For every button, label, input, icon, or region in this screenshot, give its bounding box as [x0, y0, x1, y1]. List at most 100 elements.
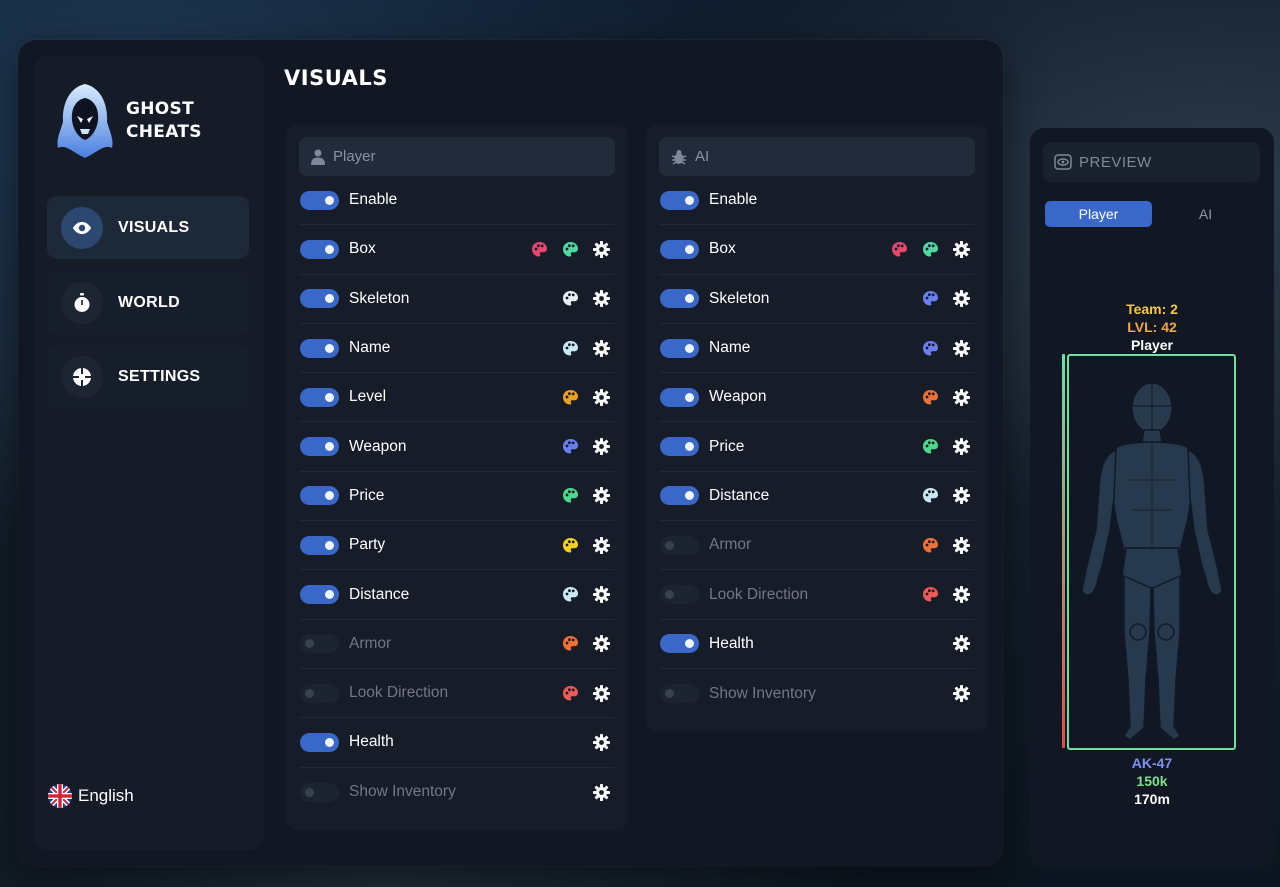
preview-panel: PREVIEW Player AI Team: 2 LVL: 42 Player…: [1030, 128, 1274, 868]
color-palette-icon[interactable]: [562, 290, 579, 307]
preview-tab-ai[interactable]: AI: [1152, 201, 1259, 227]
color-palette-icon[interactable]: [922, 241, 939, 258]
gear-icon[interactable]: [593, 290, 610, 308]
preview-tab-player[interactable]: Player: [1045, 201, 1152, 227]
color-palette-icon[interactable]: [562, 537, 579, 554]
box-toggle[interactable]: [300, 239, 339, 259]
color-palette-icon[interactable]: [562, 685, 579, 702]
option-row-party: Party: [299, 521, 615, 571]
color-palette-icon[interactable]: [922, 389, 939, 406]
gear-icon[interactable]: [593, 733, 610, 751]
enable-toggle[interactable]: [300, 190, 339, 210]
color-palette-icon[interactable]: [891, 241, 908, 258]
name-toggle[interactable]: [300, 338, 339, 358]
gear-icon[interactable]: [953, 290, 970, 308]
color-palette-icon[interactable]: [922, 586, 939, 603]
health-toggle[interactable]: [300, 732, 339, 752]
box-toggle[interactable]: [660, 239, 699, 259]
option-actions: [562, 536, 610, 554]
color-palette-icon[interactable]: [922, 290, 939, 307]
look-direction-toggle[interactable]: [660, 585, 699, 605]
preview-title: PREVIEW: [1079, 153, 1152, 171]
weapon-toggle[interactable]: [300, 437, 339, 457]
gear-icon[interactable]: [593, 783, 610, 801]
preview-tabs: Player AI: [1045, 201, 1259, 227]
enable-toggle[interactable]: [660, 190, 699, 210]
gear-icon[interactable]: [593, 339, 610, 357]
color-palette-icon[interactable]: [562, 438, 579, 455]
option-row-box: Box: [299, 225, 615, 275]
option-actions: [531, 240, 610, 258]
name-toggle[interactable]: [660, 338, 699, 358]
color-palette-icon[interactable]: [922, 537, 939, 554]
health-bar: [1062, 354, 1065, 748]
option-row-distance: Distance: [659, 472, 975, 522]
logo: GHOST CHEATS: [54, 82, 202, 160]
color-palette-icon[interactable]: [922, 438, 939, 455]
option-label: Health: [709, 634, 754, 652]
color-palette-icon[interactable]: [922, 340, 939, 357]
gear-icon[interactable]: [953, 586, 970, 604]
option-row-weapon: Weapon: [299, 422, 615, 472]
distance-toggle[interactable]: [660, 486, 699, 506]
option-row-name: Name: [299, 324, 615, 374]
gear-icon[interactable]: [953, 635, 970, 653]
skeleton-toggle[interactable]: [660, 289, 699, 309]
color-palette-icon[interactable]: [922, 487, 939, 504]
ai-option-list: Enable Box Skeleton Name Weapon Price Distance…: [659, 176, 975, 718]
option-row-enable: Enable: [659, 176, 975, 226]
color-palette-icon[interactable]: [562, 389, 579, 406]
language-selector[interactable]: English: [47, 783, 134, 809]
price-toggle[interactable]: [660, 437, 699, 457]
look-direction-toggle[interactable]: [300, 683, 339, 703]
level-toggle[interactable]: [300, 387, 339, 407]
option-actions: [593, 783, 610, 801]
option-row-show-inventory: Show Inventory: [299, 768, 615, 817]
color-palette-icon[interactable]: [562, 241, 579, 258]
gear-icon[interactable]: [593, 635, 610, 653]
option-actions: [953, 685, 970, 703]
player-panel-header: Player: [299, 137, 615, 176]
color-palette-icon[interactable]: [531, 241, 548, 258]
option-label: Armor: [349, 634, 392, 652]
gear-icon[interactable]: [593, 487, 610, 505]
gear-icon[interactable]: [953, 438, 970, 456]
brand-line-1: GHOST: [126, 99, 194, 119]
gear-icon[interactable]: [593, 438, 610, 456]
color-palette-icon[interactable]: [562, 340, 579, 357]
option-actions: [562, 388, 610, 406]
gear-icon[interactable]: [593, 586, 610, 604]
gear-icon[interactable]: [953, 339, 970, 357]
option-actions: [562, 290, 610, 308]
armor-toggle[interactable]: [300, 634, 339, 654]
distance-toggle[interactable]: [300, 585, 339, 605]
option-label: Skeleton: [349, 289, 410, 307]
weapon-toggle[interactable]: [660, 387, 699, 407]
gear-icon[interactable]: [593, 684, 610, 702]
sidebar-item-world[interactable]: WORLD: [47, 271, 249, 334]
gear-icon[interactable]: [593, 536, 610, 554]
option-label: Enable: [349, 191, 398, 209]
gear-icon[interactable]: [593, 388, 610, 406]
show-inventory-toggle[interactable]: [300, 782, 339, 802]
page-title: VISUALS: [284, 66, 388, 90]
gear-icon[interactable]: [953, 536, 970, 554]
sidebar-item-settings[interactable]: SETTINGS: [47, 345, 249, 408]
gear-icon[interactable]: [593, 240, 610, 258]
color-palette-icon[interactable]: [562, 586, 579, 603]
sidebar-item-visuals[interactable]: VISUALS: [47, 196, 249, 259]
health-toggle[interactable]: [660, 634, 699, 654]
show-inventory-toggle[interactable]: [660, 684, 699, 704]
option-row-health: Health: [659, 620, 975, 669]
gear-icon[interactable]: [953, 240, 970, 258]
gear-icon[interactable]: [953, 685, 970, 703]
gear-icon[interactable]: [953, 388, 970, 406]
party-toggle[interactable]: [300, 535, 339, 555]
skeleton-toggle[interactable]: [300, 289, 339, 309]
color-palette-icon[interactable]: [562, 487, 579, 504]
armor-toggle[interactable]: [660, 535, 699, 555]
gear-icon[interactable]: [953, 487, 970, 505]
price-toggle[interactable]: [300, 486, 339, 506]
color-palette-icon[interactable]: [562, 635, 579, 652]
option-label: Weapon: [349, 437, 407, 455]
